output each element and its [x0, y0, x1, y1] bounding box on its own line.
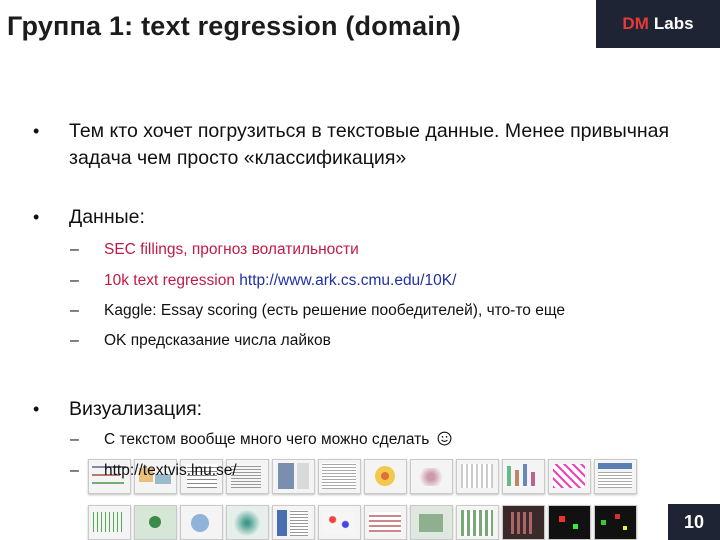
- textvis-link[interactable]: http://textvis.lnu.se/: [104, 462, 237, 480]
- dash-marker: –: [70, 431, 79, 448]
- bullet-text: Тем кто хочет погрузиться в текстовые да…: [69, 120, 670, 169]
- thumbnail-image: [502, 459, 545, 494]
- thumbnail-image: [594, 459, 637, 494]
- bullet-text: Данные:: [69, 206, 145, 228]
- sub-item-text: 10k text regression: [104, 272, 235, 289]
- slide-title: Группа 1: text regression (domain): [7, 11, 461, 41]
- sub-item-text: OK предсказание числа лайков: [104, 332, 331, 349]
- dash-marker: –: [70, 332, 79, 349]
- thumbnail-image: [410, 505, 453, 540]
- logo-labs: Labs: [653, 14, 694, 33]
- dm-labs-logo: DM Labs: [596, 0, 720, 48]
- thumbnail-image: [456, 459, 499, 494]
- thumbnail-image: [134, 505, 177, 540]
- thumbnail-image: [410, 459, 453, 494]
- thumbnail-image: [594, 505, 637, 540]
- dash-marker: –: [70, 302, 79, 319]
- dash-marker: –: [70, 462, 79, 479]
- thumbnail-image: [364, 505, 407, 540]
- thumbnail-image: [548, 459, 591, 494]
- thumbnail-image: [180, 505, 223, 540]
- thumbnail-image: [272, 505, 315, 540]
- thumbnail-image: [318, 505, 361, 540]
- thumbnail-image: [88, 505, 131, 540]
- sub-item: С текстом вообще много чего можно сделат…: [104, 431, 452, 449]
- thumbnail-image: [502, 505, 545, 540]
- 10k-link[interactable]: http://www.ark.cs.cmu.edu/10K/: [239, 272, 456, 289]
- page-number: 10: [668, 504, 720, 540]
- thumbnail-image: [272, 459, 315, 494]
- thumbnail-image: [318, 459, 361, 494]
- sub-item: 10k text regression http://www.ark.cs.cm…: [104, 272, 456, 290]
- sub-item-text: SEC fillings, прогноз волатильности: [104, 241, 359, 258]
- thumbnail-image: [364, 459, 407, 494]
- sub-item-text: С текстом вообще много чего можно сделат…: [104, 431, 430, 448]
- dash-marker: –: [70, 272, 79, 289]
- thumbnail-image: [456, 505, 499, 540]
- smiley-icon: [437, 431, 452, 446]
- sub-item-text: Kaggle: Essay scoring (есть решение пооб…: [104, 302, 566, 319]
- thumbnail-image: [226, 505, 269, 540]
- bullet-marker: •: [33, 399, 40, 419]
- bullet-marker: •: [33, 207, 40, 227]
- thumbnail-image: [548, 505, 591, 540]
- bullet-marker: •: [33, 121, 40, 141]
- bullet-text: Визуализация:: [69, 398, 203, 420]
- dash-marker: –: [70, 241, 79, 258]
- logo-dm: DM: [622, 14, 649, 33]
